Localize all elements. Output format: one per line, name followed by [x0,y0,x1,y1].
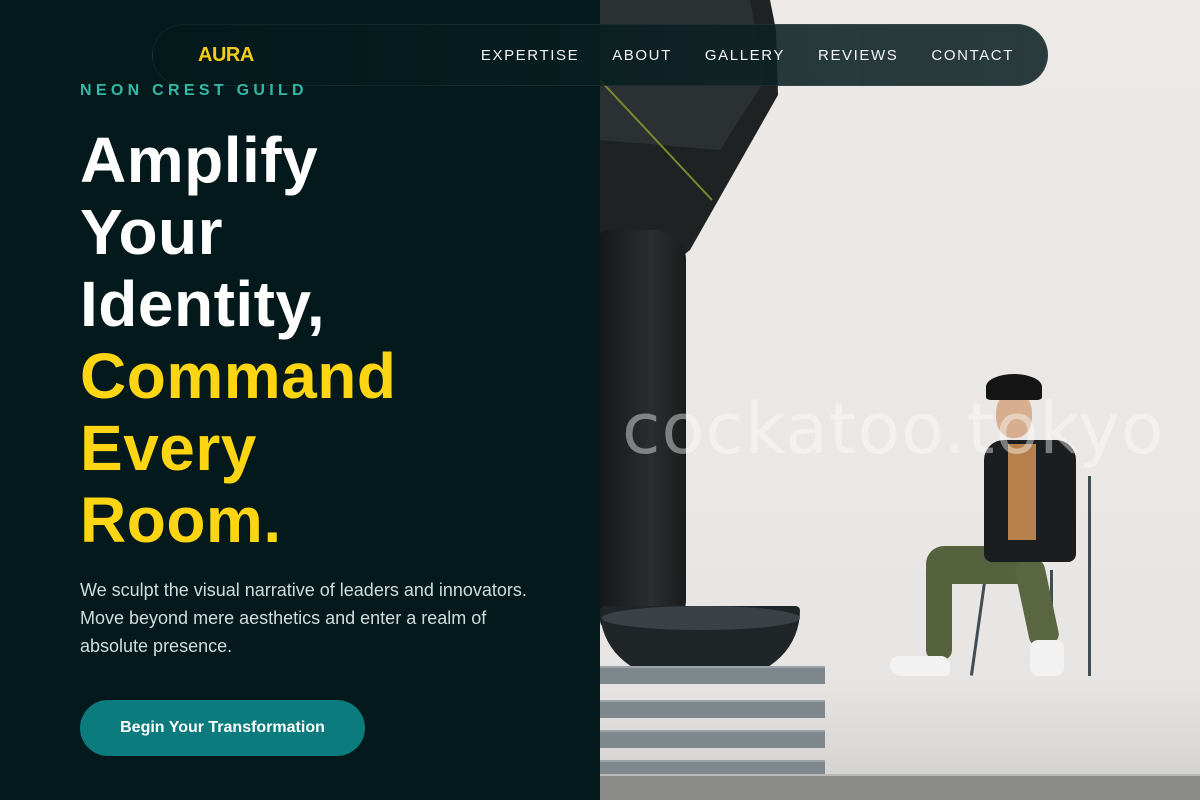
headline-line: Amplify [80,124,319,196]
hero-headline: Amplify Your Identity, Command Every Roo… [80,124,396,556]
floor [600,776,1200,800]
begin-transformation-button[interactable]: Begin Your Transformation [80,700,365,756]
top-nav: AURA EXPERTISE ABOUT GALLERY REVIEWS CON… [152,24,1048,86]
headline-line-accent: Every [80,412,257,484]
brand-logo[interactable]: AURA [198,44,254,67]
photo-watermark: cockatoo.tokyo [622,388,1165,470]
studio-bowl-rim [602,606,800,630]
chair-leg [1088,476,1091,676]
figure-shoe [1030,640,1064,676]
nav-link-contact[interactable]: CONTACT [931,47,1014,64]
nav-link-about[interactable]: ABOUT [612,47,672,64]
figure-shoe [890,656,950,676]
nav-link-gallery[interactable]: GALLERY [705,47,785,64]
hero-description: We sculpt the visual narrative of leader… [80,580,527,656]
nav-link-expertise[interactable]: EXPERTISE [481,47,579,64]
nav-link-reviews[interactable]: REVIEWS [818,47,898,64]
pallet-layer [600,700,825,718]
headline-line: Identity, [80,268,326,340]
headline-line: Your [80,196,224,268]
hero-photo: cockatoo.tokyo [600,0,1200,800]
pallet-layer [600,666,825,684]
pallet-layer [600,730,825,748]
headline-line-accent: Command [80,340,397,412]
figure-leg [1013,557,1061,649]
nav-links: EXPERTISE ABOUT GALLERY REVIEWS CONTACT [481,47,1014,64]
hero-eyebrow: NEON CREST GUILD [80,82,308,99]
figure-leg [926,560,952,660]
headline-line-accent: Room. [80,484,282,556]
